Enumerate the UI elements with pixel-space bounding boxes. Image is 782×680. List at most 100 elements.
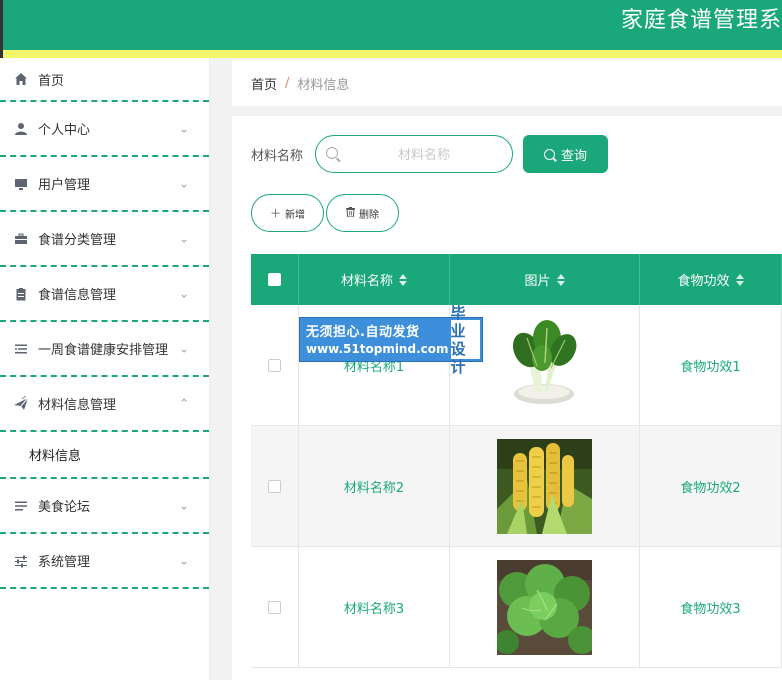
watermark-line2: www.51topmind.com <box>306 342 449 356</box>
sidebar-subitem-label: 材料信息 <box>29 449 82 464</box>
chevron-down-icon: ⌄ <box>178 230 189 245</box>
action-row: ＋ 新增 删除 <box>251 194 401 232</box>
query-button-label: 查询 <box>561 148 588 164</box>
window-edge <box>0 0 3 60</box>
sidebar-item-label: 首页 <box>38 73 65 89</box>
breadcrumb-current: 材料信息 <box>297 77 350 93</box>
row-checkbox[interactable] <box>268 600 281 614</box>
row-select-cell <box>251 305 299 425</box>
add-button-label: 新增 <box>285 209 305 221</box>
content-panel: 材料名称 查询 ＋ 新增 删除 <box>232 116 782 680</box>
sidebar-item-weekly-plan[interactable]: 一周食谱健康安排管理 ⌄ <box>0 322 209 377</box>
sidebar-item-label: 用户管理 <box>38 178 91 193</box>
header-stripe <box>0 50 782 58</box>
corn-image <box>497 438 592 534</box>
chevron-up-icon: ⌃ <box>178 395 189 410</box>
app-root: 家庭食谱管理系 首页 个人中心 ⌄ 用户管理 ⌄ 食谱分类管理 ⌄ 食谱信息管理… <box>0 0 782 680</box>
breadcrumb-home[interactable]: 首页 <box>251 74 277 93</box>
chevron-down-icon: ⌄ <box>178 285 189 300</box>
header-cell-image[interactable]: 图片 <box>450 254 640 305</box>
material-name-cell: 材料名称3 <box>299 547 450 667</box>
sort-icon[interactable] <box>556 273 565 286</box>
clipboard-icon <box>13 286 29 302</box>
trash-icon <box>346 206 355 220</box>
watermark-banner: 无须担心.自动发货 www.51topmind.com 毕业 设计 <box>299 304 483 376</box>
header-cell-select <box>251 254 299 305</box>
chevron-down-icon: ⌄ <box>178 552 189 567</box>
home-icon <box>13 71 29 87</box>
sidebar-item-users[interactable]: 用户管理 ⌄ <box>0 157 209 212</box>
row-checkbox[interactable] <box>268 358 281 372</box>
header-cell-effect[interactable]: 食物功效 <box>640 254 782 305</box>
user-icon <box>13 121 29 137</box>
plus-icon: ＋ <box>270 207 281 220</box>
column-header: 食物功效 <box>677 274 730 289</box>
watermark-line1: 无须担心.自动发货 <box>306 325 420 340</box>
image-cell <box>450 426 640 546</box>
app-title: 家庭食谱管理系 <box>620 8 782 33</box>
sidebar-subitem-material-info[interactable]: 材料信息 <box>0 432 209 479</box>
column-header: 材料名称 <box>340 274 393 289</box>
watermark-badge-line1: 毕业 <box>450 303 466 340</box>
sidebar-item-profile[interactable]: 个人中心 ⌄ <box>0 102 209 157</box>
sort-icon[interactable] <box>735 273 744 286</box>
sidebar-item-recipe-category[interactable]: 食谱分类管理 ⌄ <box>0 212 209 267</box>
chevron-down-icon: ⌄ <box>178 340 189 355</box>
sidebar-item-label: 一周食谱健康安排管理 <box>38 343 169 358</box>
sidebar-item-label: 材料信息管理 <box>38 398 117 413</box>
sidebar-item-label: 美食论坛 <box>38 500 91 515</box>
search-icon <box>544 148 555 160</box>
watermark-badge-line2: 设计 <box>450 339 466 376</box>
table-row[interactable]: 材料名称3 食物功效3 <box>251 547 782 668</box>
row-select-cell <box>251 426 299 546</box>
food-effect-cell: 食物功效2 <box>640 426 782 546</box>
chevron-down-icon: ⌄ <box>178 120 189 135</box>
search-icon <box>326 147 339 159</box>
sidebar-item-material-management[interactable]: 材料信息管理 ⌃ <box>0 377 209 432</box>
sidebar-item-system[interactable]: 系统管理 ⌄ <box>0 534 209 589</box>
row-select-cell <box>251 547 299 667</box>
query-button[interactable]: 查询 <box>523 135 609 173</box>
image-cell <box>450 547 640 667</box>
bok-choy-image <box>497 317 592 413</box>
chevron-down-icon: ⌄ <box>178 175 189 190</box>
lettuce-image <box>497 559 592 655</box>
monitor-icon <box>13 176 29 192</box>
sidebar-item-home[interactable]: 首页 <box>0 58 209 102</box>
breadcrumb-separator: / <box>285 75 290 91</box>
chevron-down-icon: ⌄ <box>178 497 189 512</box>
select-all-checkbox[interactable] <box>268 273 281 286</box>
search-label: 材料名称 <box>251 148 304 164</box>
header-cell-name[interactable]: 材料名称 <box>299 254 450 305</box>
add-button[interactable]: ＋ 新增 <box>251 194 324 232</box>
sidebar-item-label: 系统管理 <box>38 555 91 570</box>
top-header: 家庭食谱管理系 <box>0 0 782 50</box>
sidebar-item-label: 个人中心 <box>38 123 91 138</box>
sort-icon[interactable] <box>399 273 407 286</box>
breadcrumb: 首页 / 材料信息 <box>232 60 782 106</box>
delete-button-label: 删除 <box>359 209 379 221</box>
sidebar-item-label: 食谱信息管理 <box>38 288 117 303</box>
sidebar-item-food-forum[interactable]: 美食论坛 ⌄ <box>0 479 209 534</box>
table-row[interactable]: 材料名称2 食物功效2 <box>251 426 782 547</box>
briefcase-icon <box>13 231 29 247</box>
row-checkbox[interactable] <box>268 479 281 493</box>
paper-plane-icon <box>13 395 29 412</box>
watermark-badge: 毕业 设计 <box>448 304 482 376</box>
sidebar: 首页 个人中心 ⌄ 用户管理 ⌄ 食谱分类管理 ⌄ 食谱信息管理 ⌄ 一周食谱健… <box>0 58 210 680</box>
column-header: 图片 <box>524 274 551 289</box>
watermark-text: 无须担心.自动发货 www.51topmind.com <box>300 318 449 361</box>
table-header: 材料名称 图片 食物功效 <box>251 254 782 305</box>
search-row: 材料名称 查询 <box>251 135 609 173</box>
search-box <box>315 135 514 173</box>
material-name-cell: 材料名称2 <box>299 426 450 546</box>
sliders-icon <box>13 553 29 569</box>
list-icon <box>13 341 29 357</box>
food-effect-cell: 食物功效3 <box>640 547 782 667</box>
sidebar-item-label: 食谱分类管理 <box>38 233 117 248</box>
search-input[interactable] <box>346 144 503 166</box>
delete-button[interactable]: 删除 <box>326 194 399 232</box>
list-icon <box>13 498 29 514</box>
food-effect-cell: 食物功效1 <box>640 305 782 425</box>
sidebar-item-recipe-info[interactable]: 食谱信息管理 ⌄ <box>0 267 209 322</box>
